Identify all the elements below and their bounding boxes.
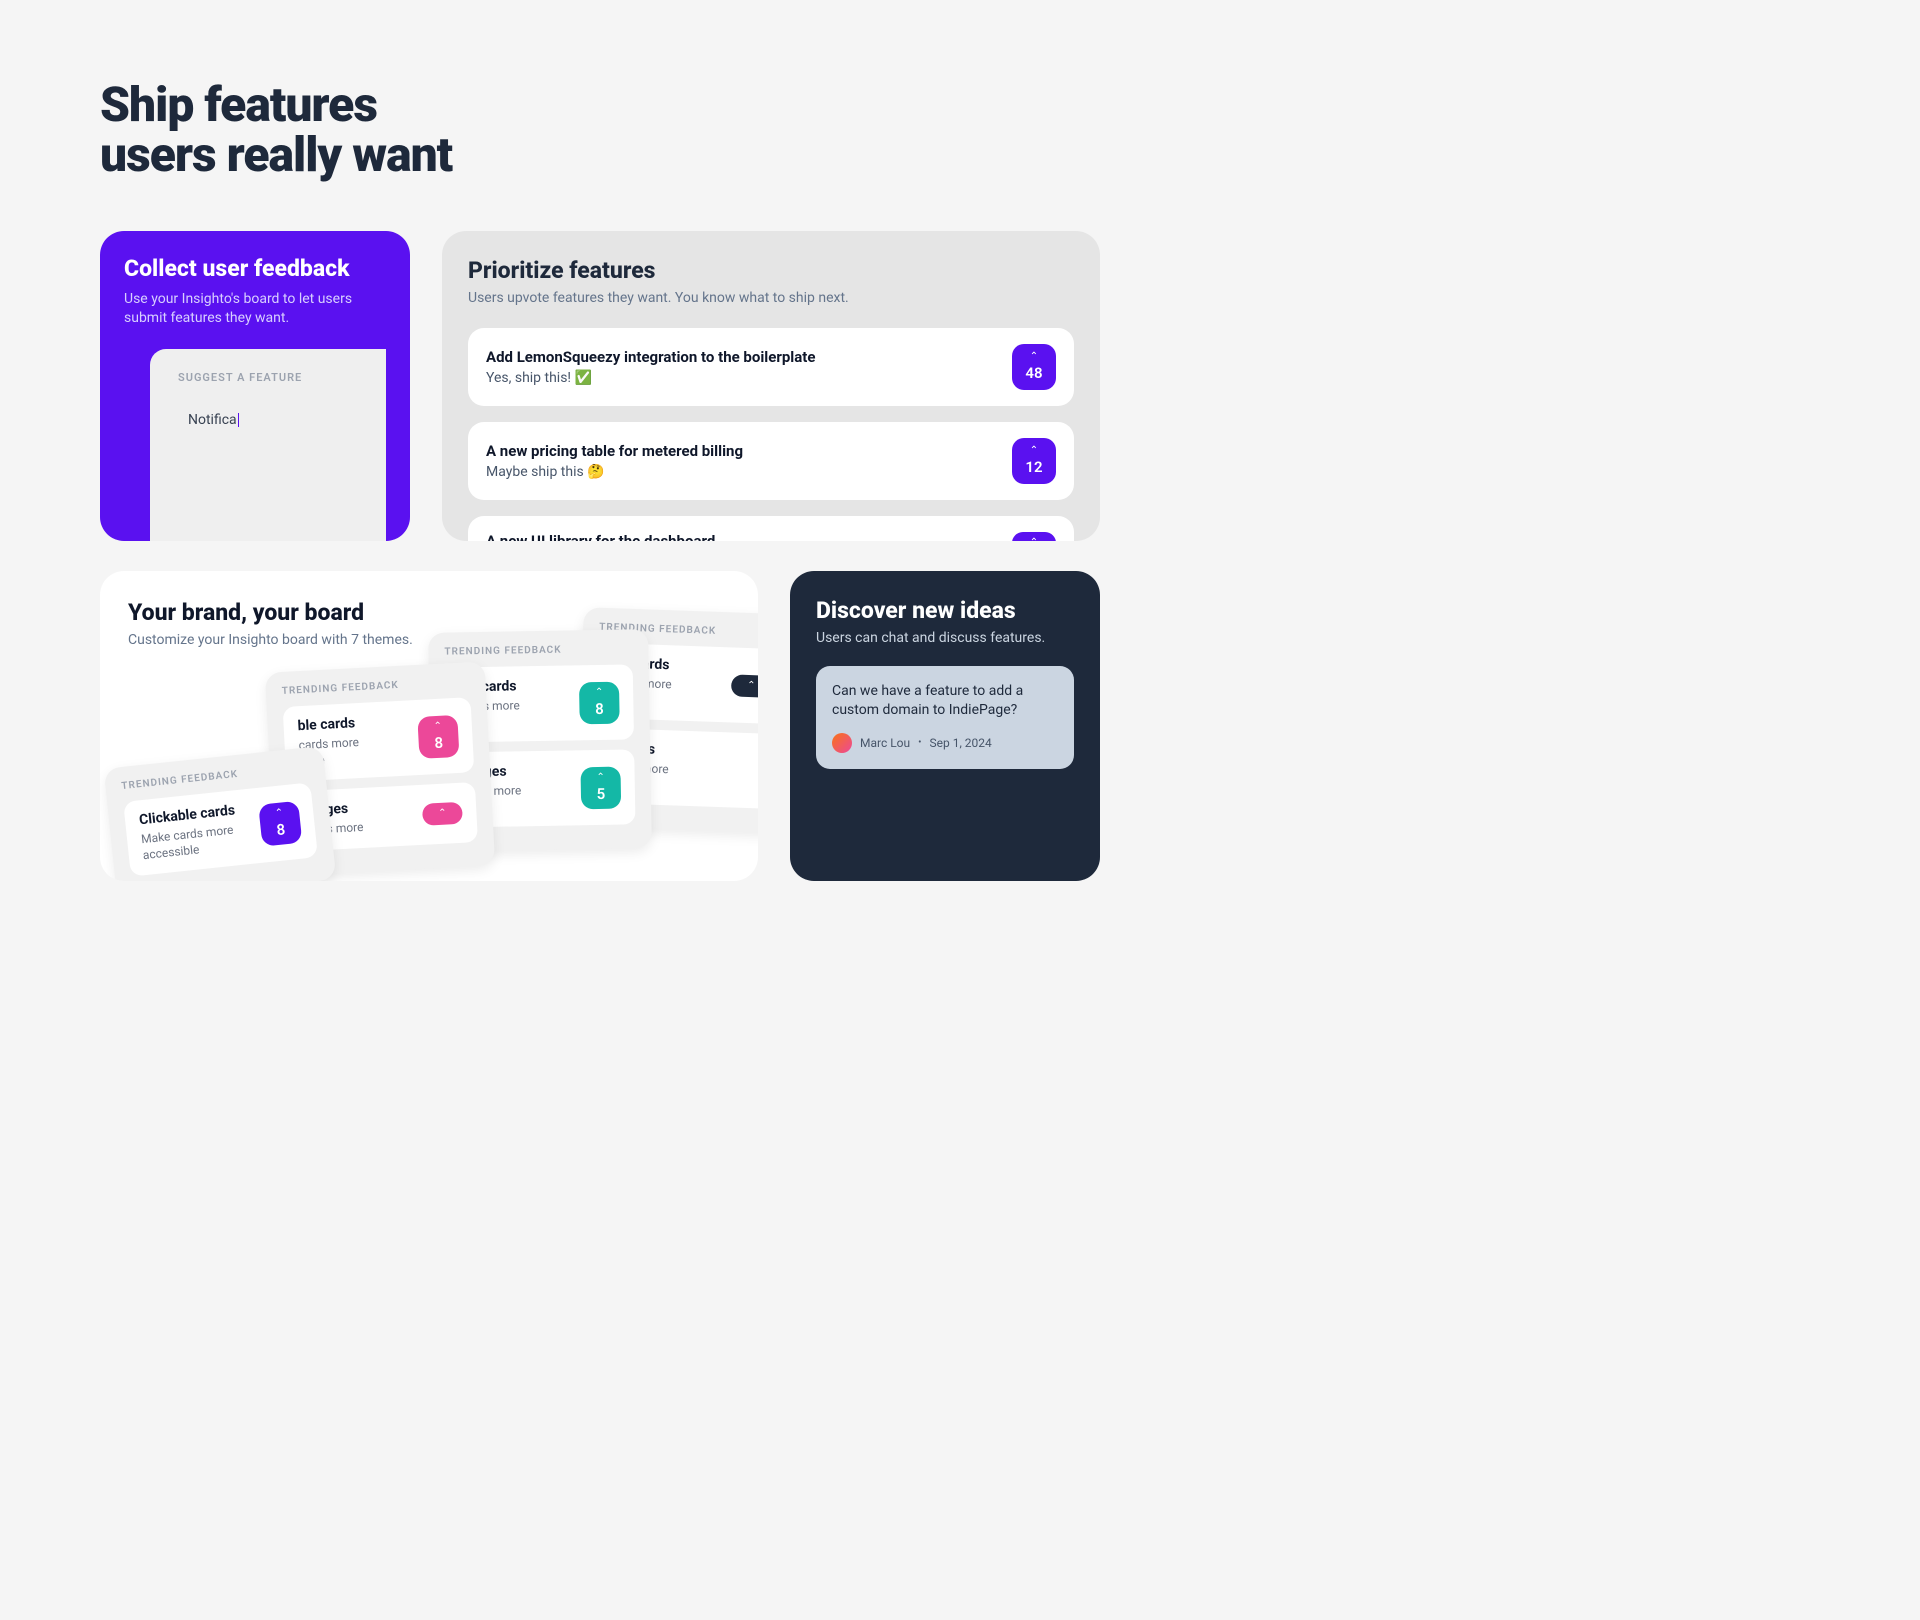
vote-count: 48	[1025, 364, 1042, 382]
hero-title: Ship featuresusers really want	[100, 80, 1100, 181]
upvote-button[interactable]: ⌃	[731, 674, 758, 697]
suggest-label: SUGGEST A FEATURE	[178, 371, 358, 384]
chevron-up-icon: ⌃	[1030, 446, 1038, 456]
upvote-button[interactable]: ⌃	[422, 802, 463, 826]
upvote-button[interactable]: ⌃	[1012, 532, 1056, 541]
chevron-up-icon: ⌃	[438, 809, 447, 819]
chevron-up-icon: ⌃	[595, 688, 604, 698]
chat-message: Can we have a feature to add a custom do…	[816, 666, 1074, 769]
discover-title: Discover new ideas	[816, 597, 1074, 624]
suggest-input[interactable]: Notifica	[188, 412, 358, 428]
collect-title: Collect user feedback	[124, 255, 386, 282]
feature-title: A new pricing table for metered billing	[486, 442, 743, 460]
brand-card: Your brand, your board Customize your In…	[100, 571, 758, 881]
upvote-button[interactable]: ⌃5	[580, 767, 621, 810]
chevron-up-icon: ⌃	[433, 721, 442, 731]
chevron-up-icon: ⌃	[274, 808, 283, 819]
prioritize-card: Prioritize features Users upvote feature…	[442, 231, 1100, 541]
collect-feedback-card: Collect user feedback Use your Insighto'…	[100, 231, 410, 541]
chevron-up-icon: ⌃	[1030, 538, 1038, 541]
vote-count: 12	[1025, 458, 1042, 476]
chat-date: Sep 1, 2024	[930, 736, 992, 750]
chat-meta: Marc Lou • Sep 1, 2024	[832, 733, 1058, 753]
feature-item: A new pricing table for metered billing …	[468, 422, 1074, 500]
feature-item: Add LemonSqueezy integration to the boil…	[468, 328, 1074, 406]
upvote-button[interactable]: ⌃8	[417, 714, 459, 758]
discover-card: Discover new ideas Users can chat and di…	[790, 571, 1100, 881]
upvote-button[interactable]: ⌃8	[258, 800, 302, 846]
separator-dot: •	[918, 737, 921, 748]
prioritize-subtitle: Users upvote features they want. You kno…	[468, 290, 1074, 306]
feature-item: A new UI library for the dashboard ⌃	[468, 516, 1074, 541]
upvote-button[interactable]: ⌃ 48	[1012, 344, 1056, 390]
feature-title: A new UI library for the dashboard	[486, 532, 715, 541]
chat-author: Marc Lou	[860, 736, 910, 750]
theme-preview-card: TRENDING FEEDBACK Clickable cardsMake ca…	[104, 745, 337, 880]
suggest-feature-box: SUGGEST A FEATURE Notifica	[150, 349, 386, 541]
chevron-up-icon: ⌃	[747, 681, 756, 691]
collect-subtitle: Use your Insighto's board to let users s…	[124, 290, 386, 329]
chevron-up-icon: ⌃	[596, 773, 605, 783]
feature-title: Add LemonSqueezy integration to the boil…	[486, 348, 815, 366]
feature-desc: Yes, ship this! ✅	[486, 370, 815, 386]
theme-previews: TRENDING FEEDBACK ble cardscards moresib…	[100, 701, 758, 881]
discover-subtitle: Users can chat and discuss features.	[816, 630, 1074, 646]
chevron-up-icon: ⌃	[1030, 352, 1038, 362]
upvote-button[interactable]: ⌃8	[579, 682, 620, 725]
chat-text: Can we have a feature to add a custom do…	[832, 682, 1058, 721]
upvote-button[interactable]: ⌃ 12	[1012, 438, 1056, 484]
prioritize-title: Prioritize features	[468, 257, 1074, 284]
avatar	[832, 733, 852, 753]
feature-desc: Maybe ship this 🤔	[486, 464, 743, 480]
